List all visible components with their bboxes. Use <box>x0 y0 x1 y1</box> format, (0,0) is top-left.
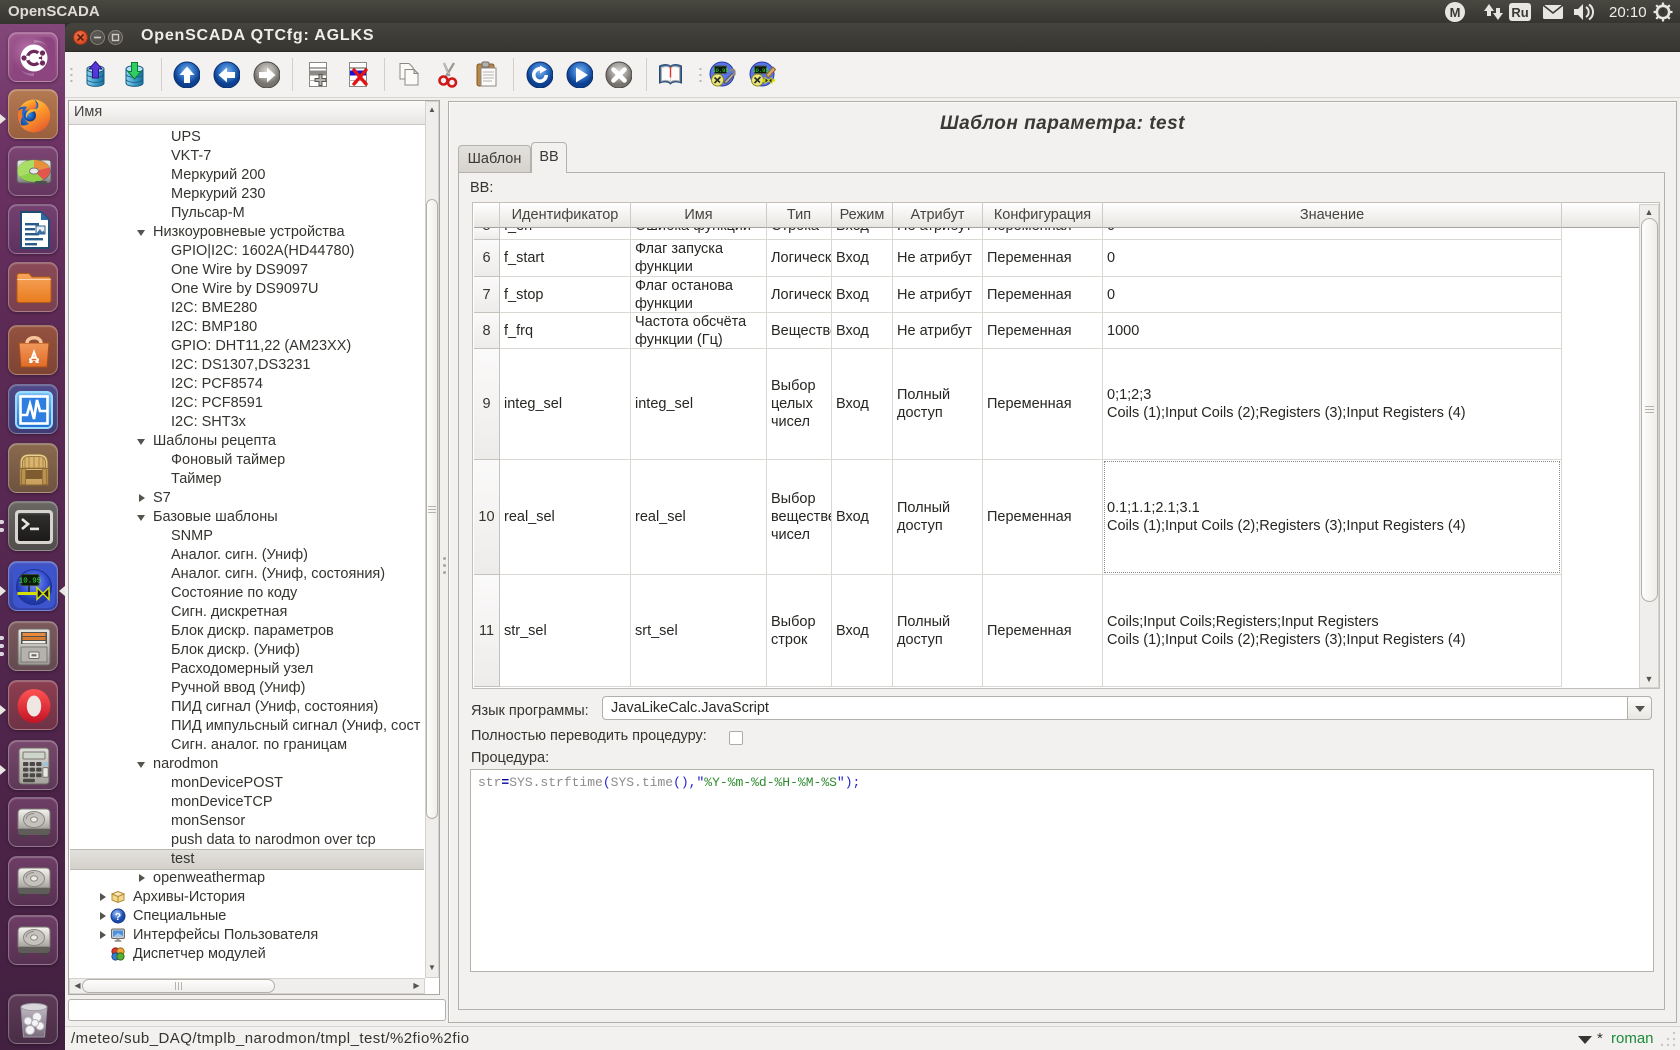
svg-text:10.95: 10.95 <box>752 67 769 74</box>
svg-text:20:10: 20:10 <box>1609 4 1647 21</box>
svg-text:?: ? <box>115 911 121 923</box>
svg-text:10.95: 10.95 <box>712 67 729 74</box>
svg-text:Ru: Ru <box>1511 5 1528 20</box>
svg-text:M: M <box>1450 5 1461 20</box>
svg-text:10.95: 10.95 <box>19 578 42 586</box>
